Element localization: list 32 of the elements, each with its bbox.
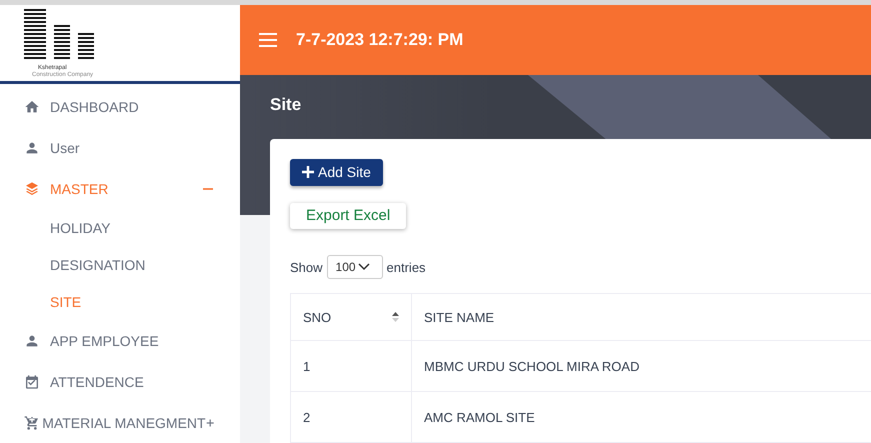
sidebar-item[interactable]: User xyxy=(0,127,240,168)
menu-icon[interactable] xyxy=(258,32,278,48)
column-header[interactable]: SITE NAME xyxy=(412,294,871,340)
export-excel-button[interactable]: Export Excel xyxy=(290,202,406,229)
sort-icon[interactable] xyxy=(392,312,399,322)
sidebar-item[interactable]: APP EMPLOYEE xyxy=(0,320,240,361)
sidebar-item[interactable]: MASTER xyxy=(0,168,240,209)
plus-icon xyxy=(302,166,314,178)
cart-icon xyxy=(24,414,40,430)
sidebar-item[interactable]: DASHBOARD xyxy=(0,86,240,127)
entries-label: entries xyxy=(386,260,426,274)
add-site-button[interactable]: Add Site xyxy=(290,159,383,186)
layers-icon xyxy=(24,180,40,196)
person-icon xyxy=(24,332,40,348)
show-label: Show xyxy=(290,260,323,274)
page-title: Site xyxy=(270,95,302,115)
table-cell: 1 xyxy=(290,340,412,392)
sidebar-subitem[interactable]: SITE xyxy=(0,283,240,320)
sidebar-item[interactable]: ATTENDENCE xyxy=(0,361,240,402)
header-datetime: 7-7-2023 12:7:29: PM xyxy=(296,30,464,50)
sidebar-item[interactable]: MATERIAL MANEGMENT xyxy=(0,402,240,443)
plus-icon[interactable] xyxy=(206,416,214,428)
home-icon xyxy=(24,98,40,114)
sidebar-subitem[interactable]: DESIGNATION xyxy=(0,246,240,283)
sidebar-subitem[interactable]: HOLIDAY xyxy=(0,209,240,246)
person-icon xyxy=(24,140,40,156)
chevron-down-icon xyxy=(358,263,370,271)
calendar-check-icon xyxy=(24,374,40,390)
column-title: SNO xyxy=(303,310,332,324)
column-header[interactable]: SNO xyxy=(290,294,412,340)
table-cell: 2 xyxy=(290,392,412,442)
entries-select[interactable]: 100 xyxy=(326,255,383,279)
